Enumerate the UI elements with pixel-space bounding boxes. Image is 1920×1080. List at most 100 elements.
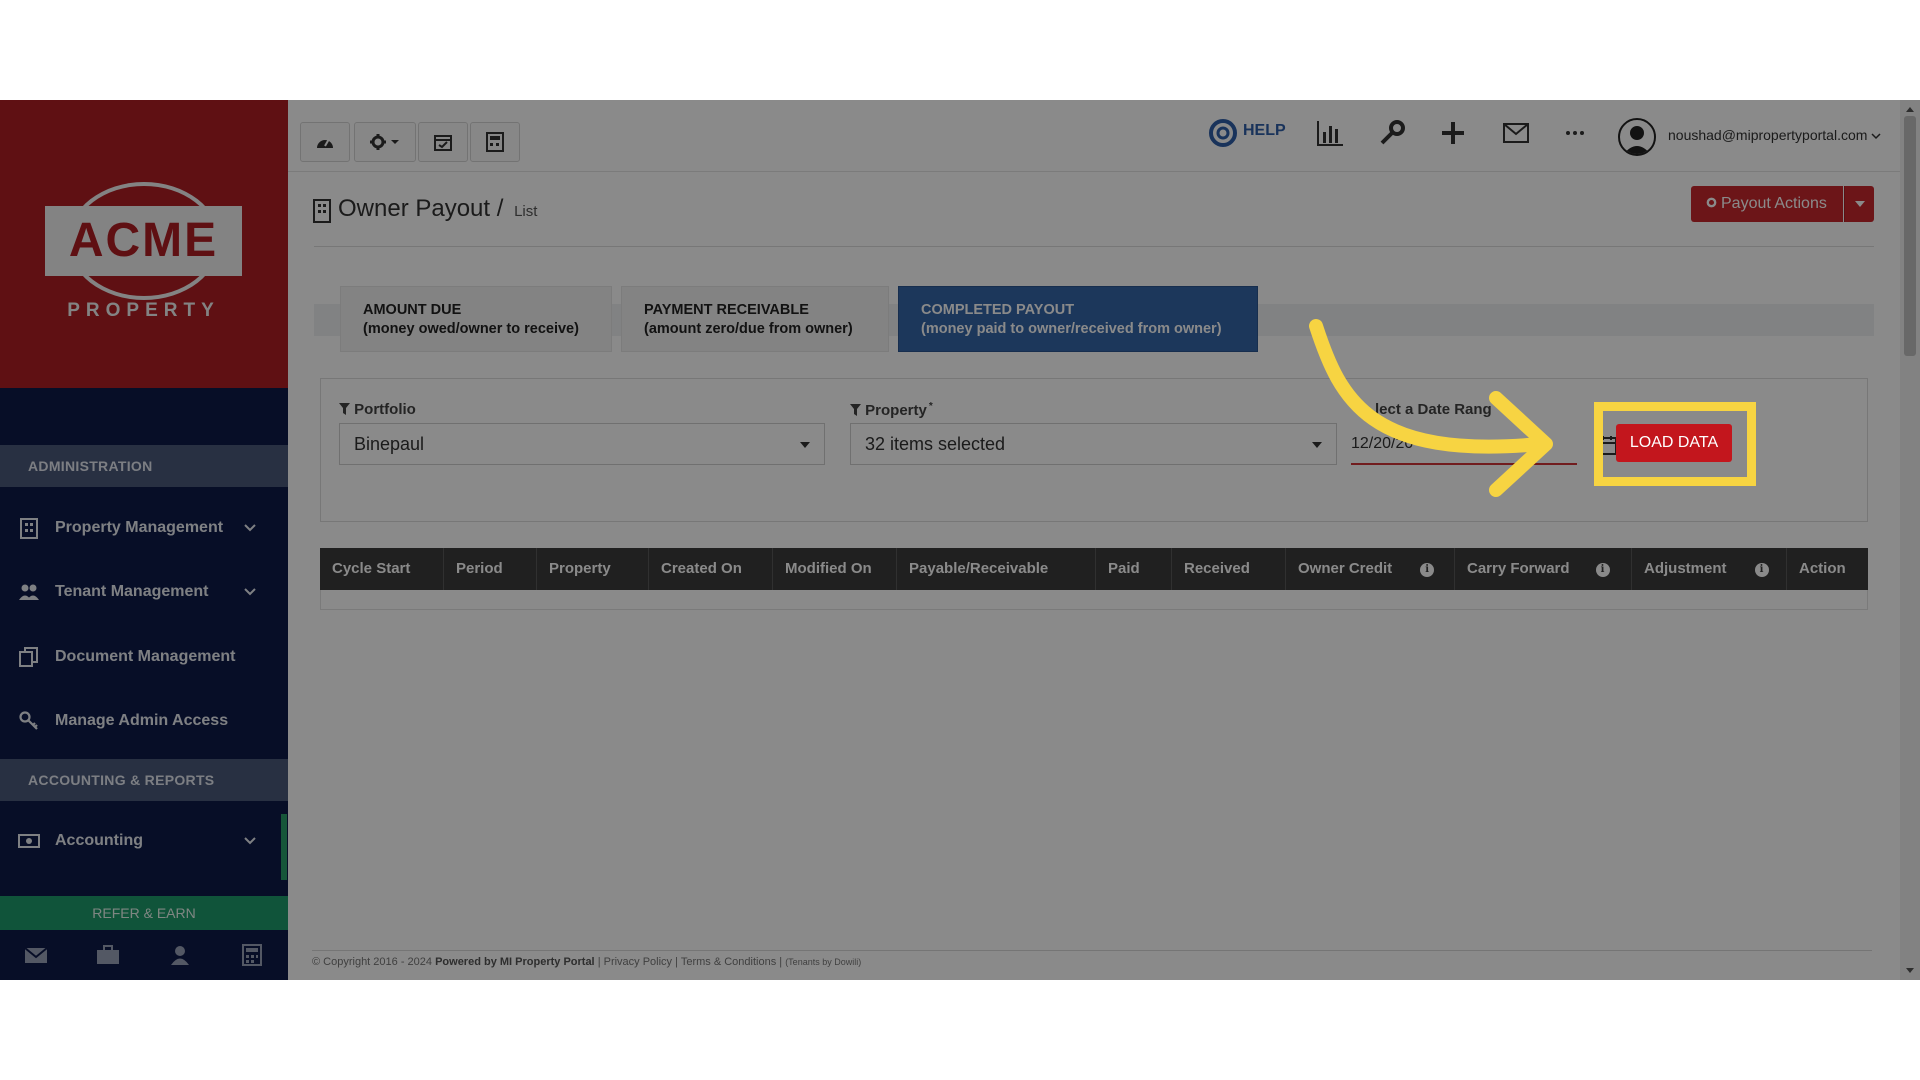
column-header[interactable]: Modified On bbox=[773, 548, 897, 590]
column-header-label: Owner Credit bbox=[1298, 560, 1393, 577]
column-header-label: Action bbox=[1799, 560, 1846, 577]
key-icon bbox=[19, 711, 38, 730]
refer-and-earn-button[interactable]: REFER & EARN bbox=[0, 896, 288, 930]
sidebar-item-tenant-management[interactable]: Tenant Management bbox=[0, 562, 288, 622]
column-header-label: Adjustment bbox=[1644, 560, 1727, 577]
column-header-label: Created On bbox=[661, 560, 742, 577]
sidebar: ACME PROPERTY ADMINISTRATION Property Ma… bbox=[0, 100, 288, 980]
tab-completed-payout[interactable]: COMPLETED PAYOUT (money paid to owner/re… bbox=[898, 286, 1258, 352]
settings-dropdown-button[interactable] bbox=[354, 122, 416, 162]
load-data-button[interactable]: LOAD DATA bbox=[1616, 424, 1732, 462]
date-range-label: lect a Date Rang bbox=[1375, 401, 1492, 418]
property-label: Property * bbox=[850, 401, 933, 419]
tab-amount-due[interactable]: AMOUNT DUE (money owed/owner to receive) bbox=[340, 286, 612, 352]
building-icon bbox=[313, 199, 331, 223]
date-range-input[interactable]: 12/20/20 bbox=[1351, 423, 1577, 465]
column-header-label: Cycle Start bbox=[332, 560, 411, 577]
calendar-button[interactable] bbox=[418, 122, 468, 162]
column-header[interactable]: Action bbox=[1787, 548, 1868, 590]
help-link[interactable]: HELP bbox=[1243, 122, 1286, 140]
table-body bbox=[320, 590, 1868, 610]
scroll-thumb[interactable] bbox=[1904, 116, 1916, 356]
user-silhouette-icon bbox=[1623, 126, 1651, 154]
scrollbar[interactable] bbox=[1900, 100, 1920, 980]
user-menu[interactable]: noushad@mipropertyportal.com bbox=[1668, 127, 1881, 143]
gear-icon bbox=[370, 134, 399, 150]
info-icon[interactable]: i bbox=[1420, 563, 1435, 577]
gear-icon bbox=[1706, 197, 1717, 208]
user-email-text: noushad@mipropertyportal.com bbox=[1668, 127, 1868, 143]
main-content: HELP noushad@mipropertyportal.com Owner … bbox=[288, 100, 1900, 980]
tab-payment-receivable[interactable]: PAYMENT RECEIVABLE (amount zero/due from… bbox=[621, 286, 889, 352]
date-range-value: 12/20/20 bbox=[1351, 435, 1414, 452]
property-select[interactable]: 32 items selected bbox=[850, 423, 1337, 465]
tab-title: AMOUNT DUE bbox=[363, 302, 462, 318]
calculator-icon[interactable] bbox=[240, 944, 264, 966]
column-header[interactable]: Cycle Start bbox=[320, 548, 444, 590]
payout-actions-button[interactable]: Payout Actions bbox=[1691, 186, 1843, 222]
more-icon[interactable] bbox=[1560, 118, 1590, 148]
sidebar-item-label: Manage Admin Access bbox=[55, 712, 229, 729]
column-header-label: Modified On bbox=[785, 560, 872, 577]
page-breadcrumb-list[interactable]: List bbox=[514, 203, 537, 220]
caret-down-icon bbox=[1855, 201, 1865, 207]
column-header[interactable]: Received bbox=[1172, 548, 1286, 590]
money-icon bbox=[18, 834, 40, 848]
users-icon bbox=[19, 584, 39, 600]
help-lifebuoy-icon[interactable] bbox=[1208, 118, 1238, 148]
user-icon[interactable] bbox=[168, 944, 192, 966]
payout-actions-dropdown-toggle[interactable] bbox=[1844, 186, 1874, 222]
portfolio-label-text: Portfolio bbox=[354, 401, 416, 418]
portfolio-select[interactable]: Binepaul bbox=[339, 423, 825, 465]
scroll-up-icon[interactable] bbox=[1900, 102, 1920, 116]
column-header-label: Paid bbox=[1108, 560, 1140, 577]
sidebar-item-property-management[interactable]: Property Management bbox=[0, 498, 288, 558]
dashboard-button[interactable] bbox=[300, 122, 350, 162]
powered-by-link[interactable]: Powered by MI Property Portal bbox=[435, 956, 595, 968]
section-accounting-reports: ACCOUNTING & REPORTS bbox=[0, 759, 288, 801]
column-header[interactable]: Created On bbox=[649, 548, 773, 590]
info-icon[interactable]: i bbox=[1595, 563, 1610, 577]
dashboard-icon bbox=[317, 138, 333, 148]
calculator-button[interactable] bbox=[470, 122, 520, 162]
sidebar-item-document-management[interactable]: Document Management bbox=[0, 627, 288, 687]
column-header[interactable]: Adjustment i bbox=[1632, 548, 1787, 590]
briefcase-icon[interactable] bbox=[96, 944, 120, 966]
caret-down-icon bbox=[800, 442, 810, 448]
wrench-icon[interactable] bbox=[1377, 118, 1407, 148]
sidebar-item-accounting[interactable]: Accounting bbox=[0, 811, 288, 871]
plus-icon[interactable] bbox=[1438, 118, 1468, 148]
avatar[interactable] bbox=[1618, 118, 1656, 156]
logo[interactable]: ACME PROPERTY bbox=[0, 100, 288, 388]
info-icon[interactable]: i bbox=[1754, 563, 1769, 577]
column-header[interactable]: Property bbox=[537, 548, 649, 590]
column-header-label: Period bbox=[456, 560, 503, 577]
mail-icon[interactable] bbox=[24, 944, 48, 966]
table-header: Cycle Start Period Property Created On M… bbox=[320, 548, 1868, 590]
column-header[interactable]: Paid bbox=[1096, 548, 1172, 590]
portfolio-label: Portfolio bbox=[339, 401, 416, 418]
calendar-check-icon bbox=[434, 135, 452, 151]
column-header-label: Property bbox=[549, 560, 611, 577]
scroll-down-icon[interactable] bbox=[1900, 964, 1920, 978]
envelope-icon[interactable] bbox=[1501, 118, 1531, 148]
required-mark: * bbox=[928, 401, 933, 412]
column-header[interactable]: Carry Forward i bbox=[1455, 548, 1632, 590]
property-label-text: Property bbox=[865, 402, 927, 419]
sidebar-item-label: Document Management bbox=[55, 648, 236, 665]
sidebar-item-label: Accounting bbox=[55, 832, 143, 849]
section-administration: ADMINISTRATION bbox=[0, 445, 288, 487]
sidebar-item-manage-admin-access[interactable]: Manage Admin Access bbox=[0, 691, 288, 751]
sidebar-footer bbox=[0, 930, 288, 980]
bar-chart-icon[interactable] bbox=[1315, 118, 1345, 148]
page-footer: © Copyright 2016 - 2024 Powered by MI Pr… bbox=[312, 950, 1872, 980]
page-title-text: Owner Payout / bbox=[338, 195, 504, 222]
column-header[interactable]: Owner Credit i bbox=[1286, 548, 1455, 590]
column-header[interactable]: Payable/Receivable bbox=[897, 548, 1096, 590]
footer-links[interactable]: | Privacy Policy | Terms & Conditions | bbox=[598, 956, 782, 968]
caret-down-icon bbox=[1312, 442, 1322, 448]
page-title: Owner Payout / List bbox=[338, 195, 537, 223]
column-header[interactable]: Period bbox=[444, 548, 537, 590]
column-header-label: Payable/Receivable bbox=[909, 560, 1049, 577]
tab-subtitle: (money paid to owner/received from owner… bbox=[921, 321, 1222, 337]
